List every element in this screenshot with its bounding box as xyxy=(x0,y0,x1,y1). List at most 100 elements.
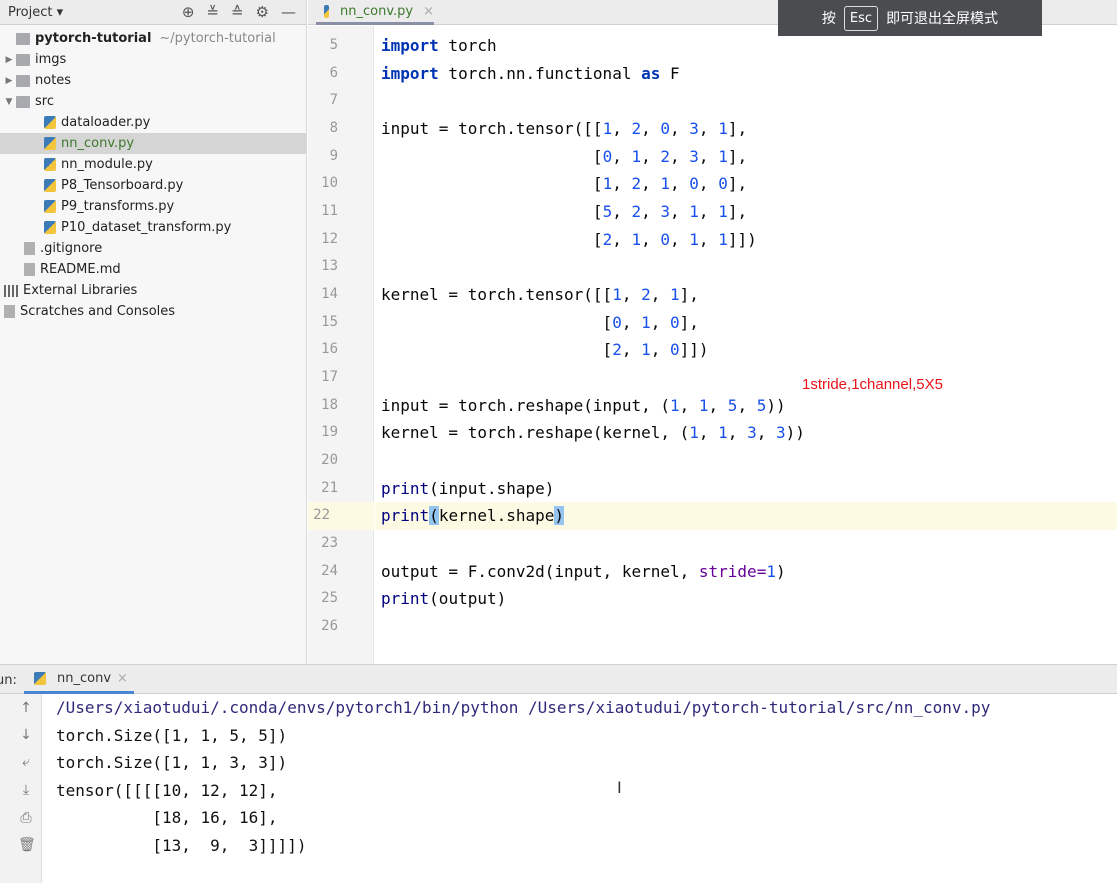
tree-item[interactable]: .gitignore xyxy=(0,238,306,259)
code-line[interactable]: [5, 2, 3, 1, 1], xyxy=(375,198,1117,226)
tree-item[interactable]: External Libraries xyxy=(0,280,306,301)
code-text: print(input.shape) xyxy=(381,478,555,498)
code-line[interactable] xyxy=(375,613,1117,641)
line-number: 14 xyxy=(321,286,338,303)
code-line[interactable] xyxy=(375,364,1117,392)
code-text: input = torch.reshape(input, (1, 1, 5, 5… xyxy=(381,395,786,415)
line-number: 10 xyxy=(321,175,338,192)
toast-text-before: 按 xyxy=(821,11,836,27)
collapse-arrow-icon[interactable]: ▶ xyxy=(2,76,16,86)
code-line[interactable]: input = torch.reshape(input, (1, 1, 5, 5… xyxy=(375,392,1117,420)
tree-item[interactable]: P10_dataset_transform.py xyxy=(0,217,306,238)
code-line[interactable] xyxy=(375,447,1117,475)
tree-item[interactable]: ▶ notes xyxy=(0,70,306,91)
tree-item[interactable]: README.md xyxy=(0,259,306,280)
project-title: Project xyxy=(8,4,53,20)
folder-icon xyxy=(16,53,30,66)
code-editor[interactable]: import torch import torch.nn.functional a… xyxy=(375,26,1117,664)
run-tab-nn-conv[interactable]: nn_conv × xyxy=(24,665,134,694)
expand-all-icon[interactable]: ≚ xyxy=(206,3,219,21)
run-console-output[interactable]: /Users/xiaotudui/.conda/envs/pytorch1/bi… xyxy=(56,694,1117,883)
python-file-icon xyxy=(44,137,56,150)
expand-arrow-icon[interactable]: ▼ xyxy=(2,97,16,107)
tree-item-label: Scratches and Consoles xyxy=(20,304,176,319)
code-line[interactable]: output = F.conv2d(input, kernel, stride=… xyxy=(375,558,1117,586)
print-icon[interactable]: ⎙ xyxy=(18,810,34,826)
gear-icon[interactable]: ⚙ xyxy=(256,3,269,21)
console-line: /Users/xiaotudui/.conda/envs/pytorch1/bi… xyxy=(56,698,991,717)
locate-icon[interactable]: ⊕ xyxy=(182,3,195,21)
code-line[interactable] xyxy=(375,530,1117,558)
python-file-icon xyxy=(44,179,56,192)
code-line[interactable]: import torch.nn.functional as F xyxy=(375,60,1117,88)
code-line[interactable]: print(kernel.shape) xyxy=(375,502,1117,531)
esc-key-badge: Esc xyxy=(843,5,879,31)
tab-label: nn_conv.py xyxy=(340,3,414,19)
tree-item[interactable]: Scratches and Consoles xyxy=(0,301,306,322)
tree-item-label: notes xyxy=(35,73,72,88)
hide-icon[interactable]: — xyxy=(281,3,296,21)
line-number: 18 xyxy=(321,396,338,413)
tree-item[interactable]: nn_conv.py xyxy=(0,133,306,154)
code-line[interactable] xyxy=(375,253,1117,281)
tree-item[interactable]: ▶ imgs xyxy=(0,49,306,70)
code-line[interactable]: [0, 1, 0], xyxy=(375,309,1117,337)
line-number: 11 xyxy=(321,203,338,220)
tree-item-label: nn_module.py xyxy=(61,157,153,172)
code-line[interactable]: kernel = torch.tensor([[1, 2, 1], xyxy=(375,281,1117,309)
code-line[interactable]: [0, 1, 2, 3, 1], xyxy=(375,143,1117,171)
code-line[interactable]: [2, 1, 0]]) xyxy=(375,336,1117,364)
code-line[interactable]: [1, 2, 1, 0, 0], xyxy=(375,170,1117,198)
tree-item-label: P10_dataset_transform.py xyxy=(61,220,232,235)
tab-nn-conv[interactable]: nn_conv.py × xyxy=(316,0,434,25)
soft-wrap-icon[interactable]: ⤶ xyxy=(18,754,34,770)
tree-item[interactable]: ▼ src xyxy=(0,91,306,112)
code-line[interactable]: kernel = torch.reshape(kernel, (1, 1, 3,… xyxy=(375,419,1117,447)
python-file-icon xyxy=(44,221,56,234)
collapse-arrow-icon[interactable]: ▶ xyxy=(2,55,16,65)
tree-item[interactable]: pytorch-tutorial ~/pytorch-tutorial xyxy=(0,28,306,49)
trash-icon[interactable]: 🗑 xyxy=(18,837,36,853)
tree-item[interactable]: nn_module.py xyxy=(0,154,306,175)
collapse-all-icon[interactable]: ≙ xyxy=(231,3,244,21)
project-view-selector[interactable]: Project ▾ xyxy=(8,5,63,20)
console-line: torch.Size([1, 1, 3, 3]) xyxy=(56,753,288,772)
project-path: ~/pytorch-tutorial xyxy=(159,31,276,46)
folder-icon xyxy=(16,74,30,87)
code-text: import torch xyxy=(381,36,497,55)
code-line[interactable]: print(input.shape) xyxy=(375,475,1117,503)
close-icon[interactable]: × xyxy=(117,671,128,686)
code-line[interactable]: input = torch.tensor([[1, 2, 0, 3, 1], xyxy=(375,115,1117,143)
code-text: [5, 2, 3, 1, 1], xyxy=(381,202,748,222)
fullscreen-toast: 按 Esc 即可退出全屏模式 xyxy=(778,0,1042,36)
close-icon[interactable]: × xyxy=(423,4,434,19)
code-line[interactable] xyxy=(375,87,1117,115)
line-number: 5 xyxy=(329,37,338,53)
code-line[interactable]: import torch xyxy=(375,32,1117,60)
tree-item-label: README.md xyxy=(40,262,121,277)
console-line: [18, 16, 16], xyxy=(56,808,278,827)
down-arrow-icon[interactable]: ↓ xyxy=(18,727,34,743)
python-file-icon xyxy=(44,200,56,213)
code-line[interactable]: [2, 1, 0, 1, 1]]) xyxy=(375,226,1117,254)
code-text: [0, 1, 0], xyxy=(381,312,699,332)
code-line[interactable]: print(output) xyxy=(375,585,1117,613)
scroll-to-end-icon[interactable]: ⤓ xyxy=(18,782,34,798)
tree-item[interactable]: dataloader.py xyxy=(0,112,306,133)
console-line: torch.Size([1, 1, 5, 5]) xyxy=(56,725,288,745)
run-label: un: xyxy=(0,673,17,688)
toast-text-after: 即可退出全屏模式 xyxy=(886,11,999,27)
tree-item[interactable]: P8_Tensorboard.py xyxy=(0,175,306,196)
file-icon xyxy=(24,242,35,255)
up-arrow-icon[interactable]: ↑ xyxy=(18,700,34,716)
tree-item[interactable]: P9_transforms.py xyxy=(0,196,306,217)
code-text: [2, 1, 0]]) xyxy=(381,340,709,360)
text-cursor-icon: I xyxy=(617,778,622,797)
tree-item-label: pytorch-tutorial xyxy=(35,31,152,46)
python-file-icon xyxy=(324,4,329,18)
line-number: 26 xyxy=(321,618,338,635)
code-text: print(output) xyxy=(381,589,507,609)
run-tool-window-header: un: nn_conv × xyxy=(0,664,1117,694)
project-panel: Project ▾ ⊕ ≚ ≙ ⚙ — pytorch-tutorial ~/py… xyxy=(0,0,307,664)
line-number: 8 xyxy=(329,120,338,136)
